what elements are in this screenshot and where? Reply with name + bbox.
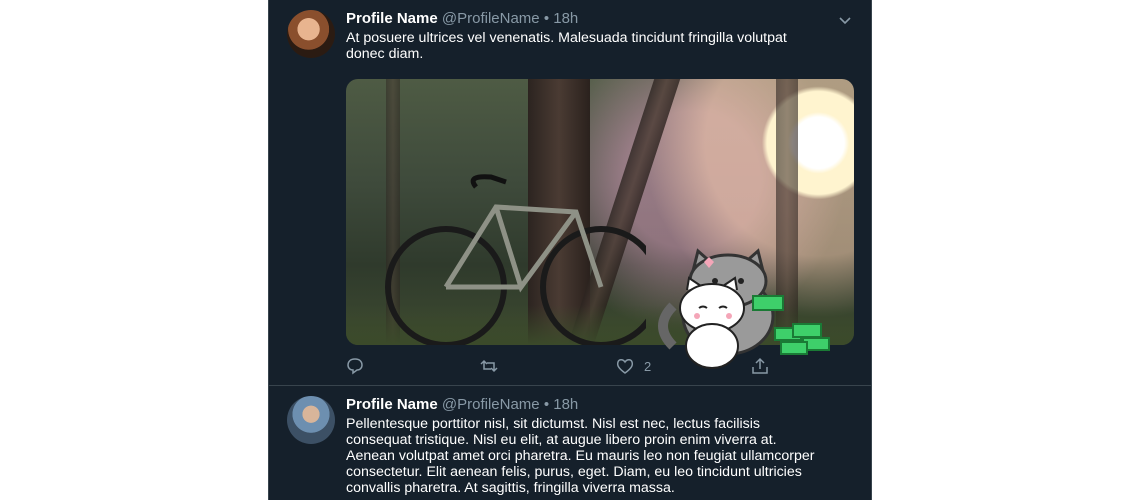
tweet-actions: 2 (346, 356, 769, 376)
avatar[interactable] (287, 396, 335, 444)
chevron-down-icon[interactable] (837, 12, 853, 28)
share-icon (752, 357, 768, 374)
profile-handle[interactable]: @ProfileName (442, 396, 540, 413)
timeline: Profile Name @ProfileName • 18h At posue… (268, 0, 872, 500)
tweet[interactable]: Profile Name @ProfileName • 18h Pellente… (269, 386, 871, 500)
like-count: 2 (644, 358, 652, 374)
timestamp[interactable]: 18h (553, 10, 578, 27)
separator-dot: • (543, 10, 550, 27)
heart-icon (616, 359, 634, 374)
profile-name[interactable]: Profile Name (346, 396, 438, 413)
retweet-button[interactable] (480, 356, 498, 376)
avatar[interactable] (287, 10, 335, 58)
tweet-header: Profile Name @ProfileName • 18h (346, 396, 578, 413)
profile-handle[interactable]: @ProfileName (442, 10, 540, 27)
tweet-header: Profile Name @ProfileName • 18h (346, 10, 578, 27)
retweet-icon (480, 359, 498, 373)
tweet-text: Pellentesque porttitor nisl, sit dictums… (346, 416, 815, 496)
profile-name[interactable]: Profile Name (346, 10, 438, 27)
timestamp[interactable]: 18h (553, 396, 578, 413)
share-button[interactable] (751, 356, 769, 376)
tweet-text: At posuere ultrices vel venenatis. Males… (346, 30, 787, 62)
separator-dot: • (543, 396, 550, 413)
reply-icon (347, 358, 363, 375)
reply-button[interactable] (346, 356, 364, 376)
tweet[interactable]: Profile Name @ProfileName • 18h At posue… (269, 0, 871, 386)
like-button[interactable]: 2 (616, 356, 651, 376)
bicycle-illustration (385, 174, 646, 345)
